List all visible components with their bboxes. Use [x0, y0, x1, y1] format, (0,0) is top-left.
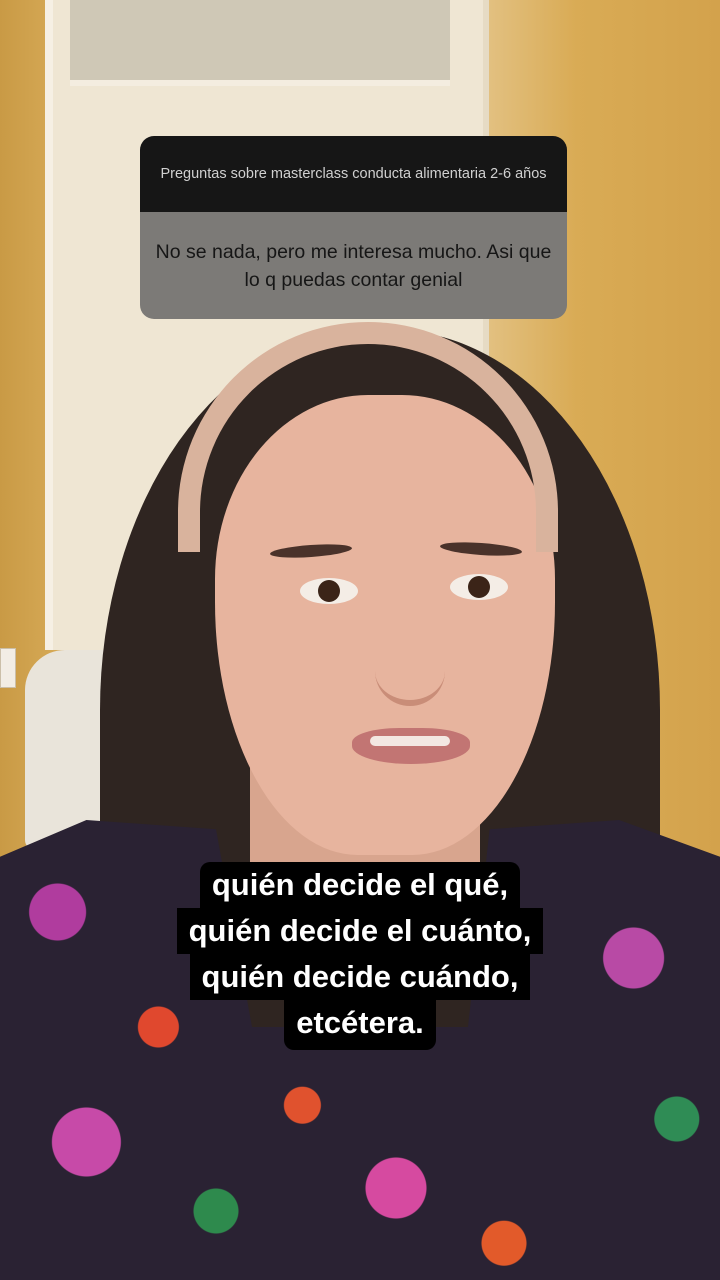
light-switch — [0, 648, 16, 688]
caption-line: quién decide el qué, — [199, 862, 521, 908]
caption-line: quién decide cuándo, — [189, 954, 531, 1000]
door-panel — [70, 0, 450, 86]
nose — [375, 610, 445, 706]
mouth — [352, 728, 470, 764]
caption-line: quién decide el cuánto, — [176, 908, 544, 954]
question-sticker-title: Preguntas sobre masterclass conducta ali… — [140, 136, 567, 212]
left-eye — [300, 578, 358, 604]
story-video-frame: Preguntas sobre masterclass conducta ali… — [0, 0, 720, 1280]
caption-line: etcétera. — [284, 1000, 436, 1050]
question-sticker[interactable]: Preguntas sobre masterclass conducta ali… — [140, 136, 567, 319]
question-sticker-answer: No se nada, pero me interesa mucho. Asi … — [140, 212, 567, 319]
right-eye — [450, 574, 508, 600]
caption-block: quién decide el qué, quién decide el cuá… — [0, 862, 720, 1050]
